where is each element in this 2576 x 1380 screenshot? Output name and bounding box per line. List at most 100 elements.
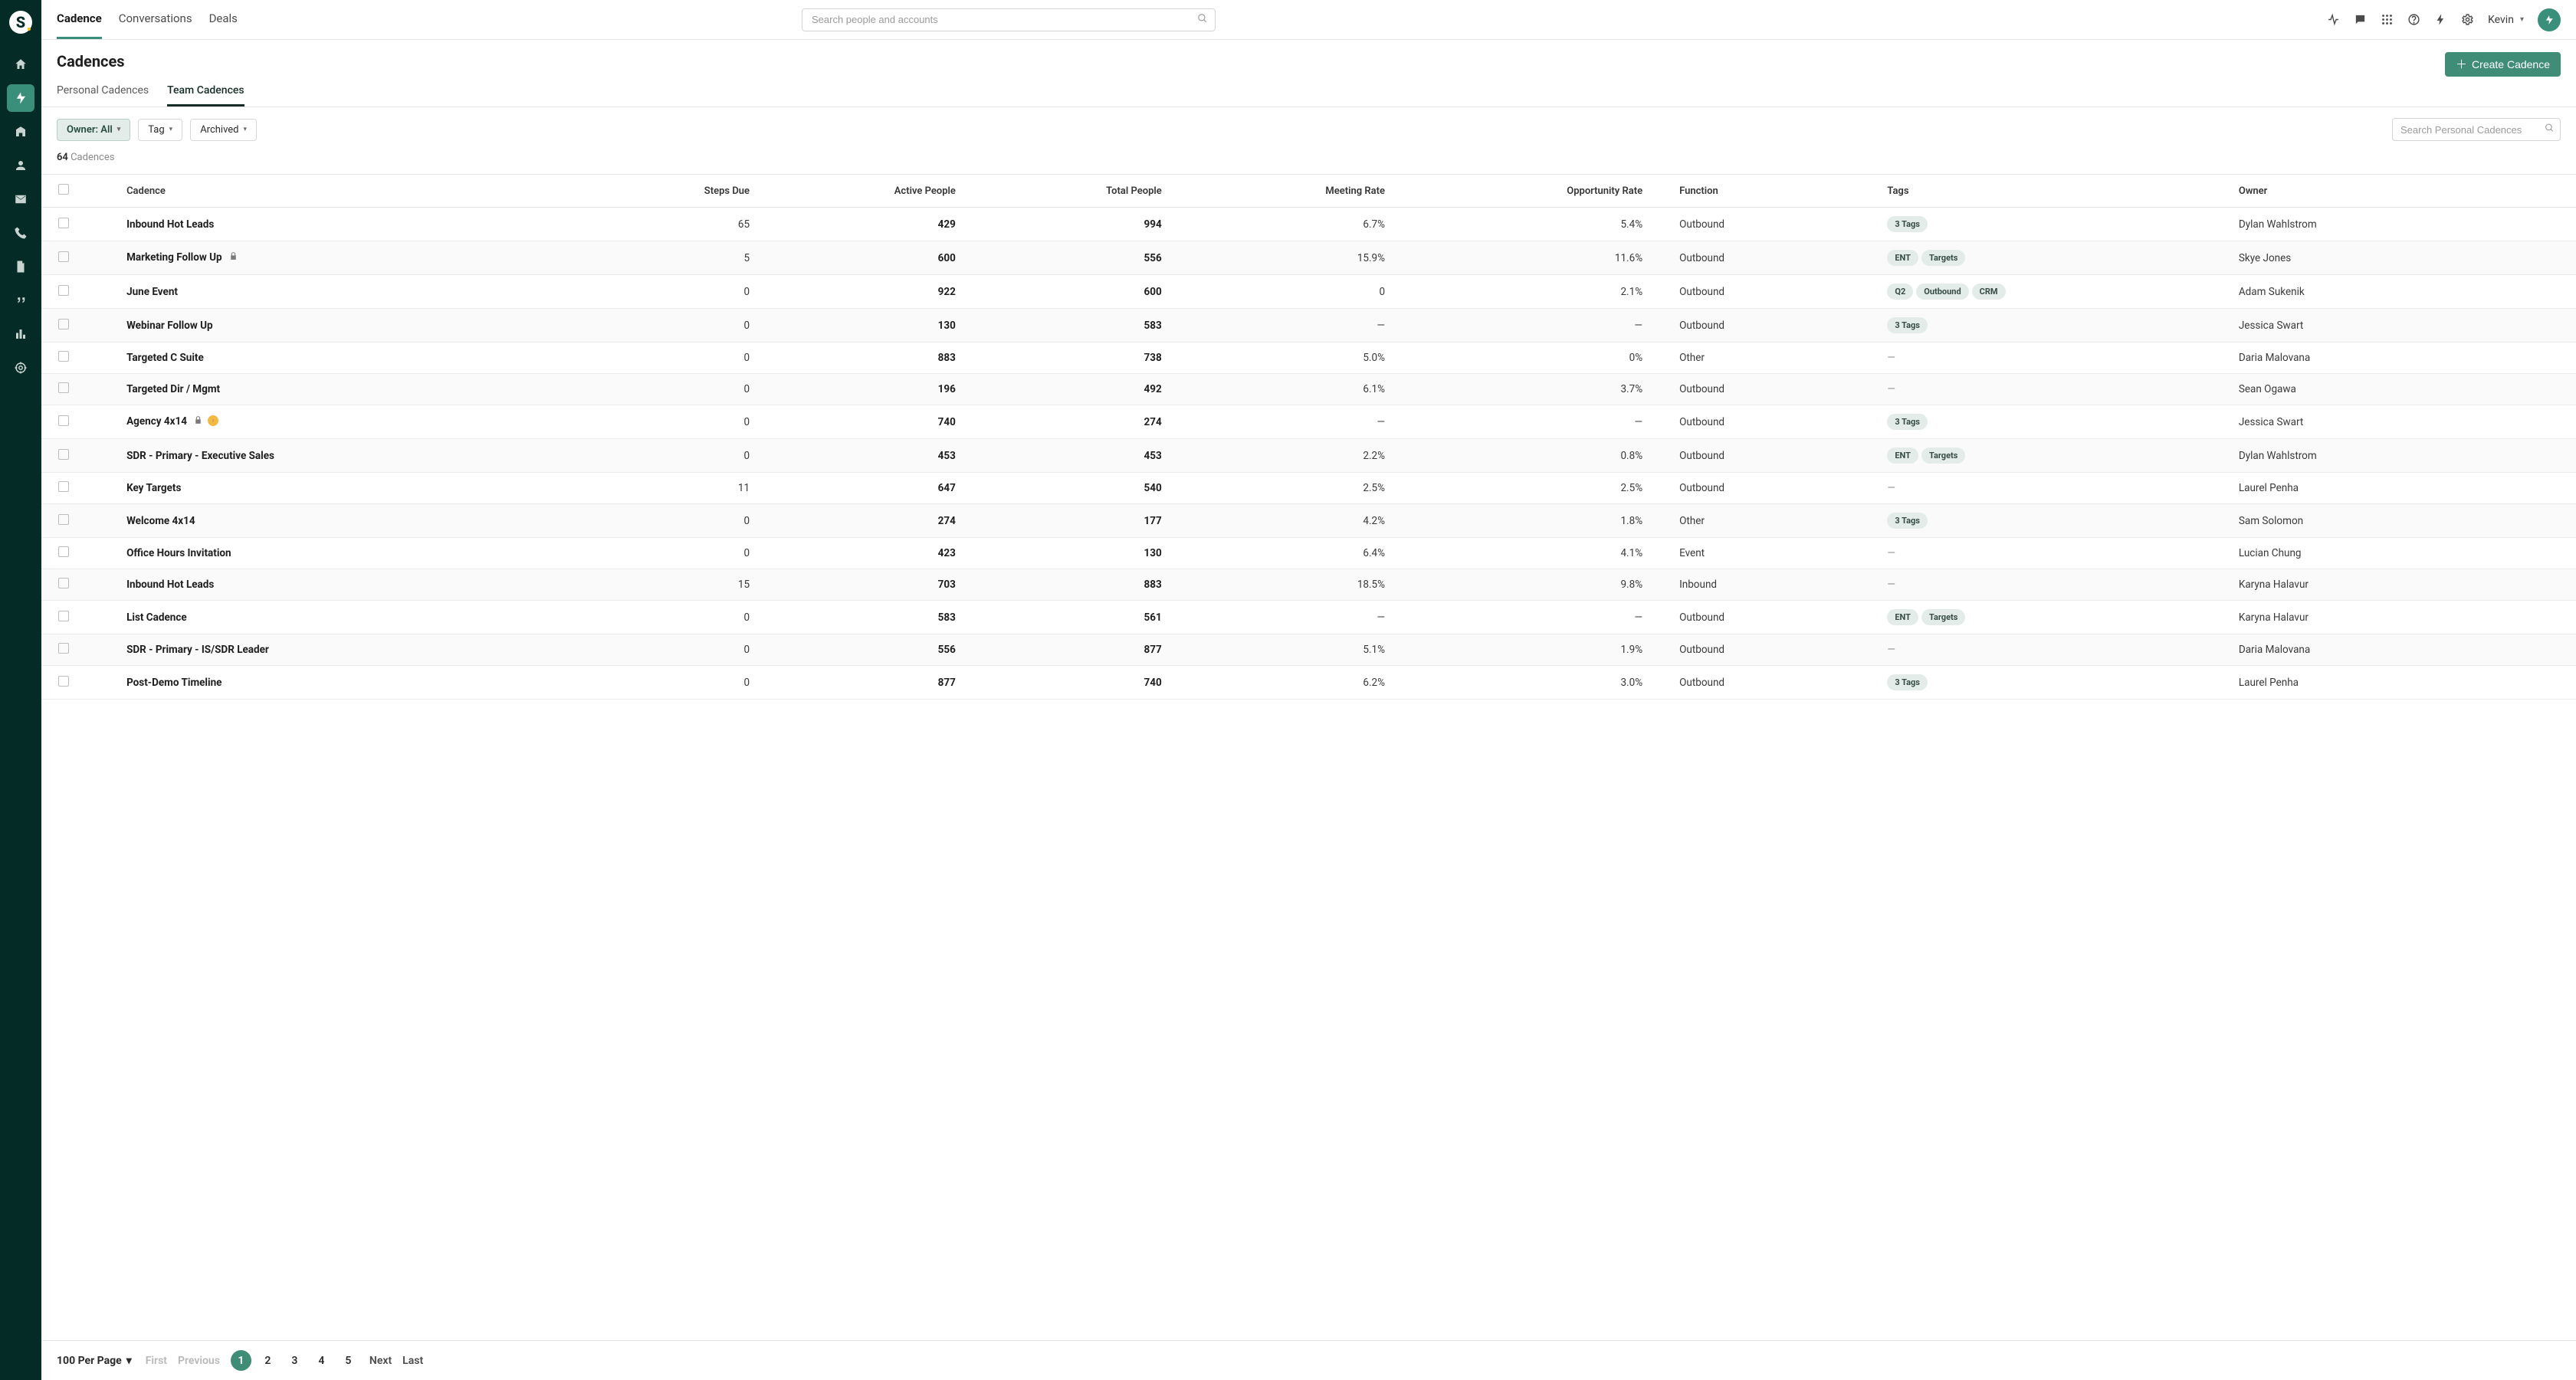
tag-pill[interactable]: Targets <box>1921 250 1965 266</box>
page-number[interactable]: 4 <box>311 1350 332 1371</box>
cadence-name[interactable]: Targeted C Suite <box>120 343 584 374</box>
cadence-name[interactable]: Welcome 4x14 <box>120 504 584 538</box>
topnav-item[interactable]: Conversations <box>119 0 192 39</box>
cadence-name[interactable]: Post-Demo Timeline <box>120 666 584 700</box>
cadence-name[interactable]: June Event <box>120 275 584 309</box>
user-menu[interactable]: Kevin ▾ <box>2488 14 2524 26</box>
select-all-checkbox[interactable] <box>58 184 69 195</box>
table-row[interactable]: Inbound Hot Leads1570388318.5%9.8%Inboun… <box>41 569 2576 601</box>
row-checkbox[interactable] <box>58 514 69 525</box>
table-row[interactable]: Webinar Follow Up0130583——Outbound3 Tags… <box>41 309 2576 343</box>
table-row[interactable]: Post-Demo Timeline08777406.2%3.0%Outboun… <box>41 666 2576 700</box>
topnav-item[interactable]: Cadence <box>57 0 102 39</box>
nav-home-icon[interactable] <box>7 51 34 78</box>
quick-action-button[interactable] <box>2538 8 2561 31</box>
row-checkbox[interactable] <box>58 285 69 296</box>
settings-icon[interactable] <box>2461 13 2474 26</box>
nav-cadence-icon[interactable] <box>7 84 34 112</box>
table-row[interactable]: SDR - Primary - IS/SDR Leader05568775.1%… <box>41 634 2576 666</box>
help-icon[interactable] <box>2407 13 2420 26</box>
pager-first[interactable]: First <box>146 1355 167 1367</box>
subtab[interactable]: Personal Cadences <box>57 84 149 107</box>
row-checkbox[interactable] <box>58 481 69 492</box>
apps-icon[interactable] <box>2381 13 2394 26</box>
tag-pill[interactable]: CRM <box>1972 284 2006 300</box>
nav-email-icon[interactable] <box>7 185 34 213</box>
nav-calls-icon[interactable] <box>7 219 34 247</box>
nav-target-icon[interactable] <box>7 354 34 382</box>
table-row[interactable]: June Event092260002.1%OutboundQ2Outbound… <box>41 275 2576 309</box>
row-checkbox[interactable] <box>58 578 69 588</box>
row-checkbox[interactable] <box>58 643 69 654</box>
col-owner[interactable]: Owner <box>2233 175 2576 208</box>
nav-people-icon[interactable] <box>7 152 34 179</box>
table-row[interactable]: Targeted C Suite08837385.0%0%Other—Daria… <box>41 343 2576 374</box>
row-checkbox[interactable] <box>58 218 69 228</box>
brand-logo[interactable]: S <box>9 11 32 34</box>
col-meeting[interactable]: Meeting Rate <box>1168 175 1391 208</box>
table-row[interactable]: List Cadence0583561——OutboundENTTargetsK… <box>41 601 2576 634</box>
page-number[interactable]: 1 <box>231 1350 251 1371</box>
row-checkbox[interactable] <box>58 251 69 262</box>
table-row[interactable]: SDR - Primary - Executive Sales04534532.… <box>41 439 2576 473</box>
col-steps[interactable]: Steps Due <box>584 175 756 208</box>
activity-icon[interactable] <box>2327 13 2340 26</box>
pager-prev[interactable]: Previous <box>178 1355 220 1367</box>
tag-pill[interactable]: 3 Tags <box>1887 216 1928 232</box>
per-page-select[interactable]: 100 Per Page ▾ <box>57 1355 132 1367</box>
row-checkbox[interactable] <box>58 611 69 621</box>
tag-pill[interactable]: Q2 <box>1887 284 1913 300</box>
row-checkbox[interactable] <box>58 382 69 393</box>
pager-next[interactable]: Next <box>369 1355 392 1367</box>
tag-pill[interactable]: 3 Tags <box>1887 414 1928 430</box>
cadence-name[interactable]: List Cadence <box>120 601 584 634</box>
cadence-name[interactable]: Targeted Dir / Mgmt <box>120 374 584 405</box>
table-row[interactable]: Inbound Hot Leads654299946.7%5.4%Outboun… <box>41 208 2576 241</box>
table-row[interactable]: Targeted Dir / Mgmt01964926.1%3.7%Outbou… <box>41 374 2576 405</box>
table-row[interactable]: Agency 4x140740274——Outbound3 TagsJessic… <box>41 405 2576 439</box>
owner-filter[interactable]: Owner: All ▾ <box>57 119 130 141</box>
row-checkbox[interactable] <box>58 319 69 329</box>
tag-pill[interactable]: Outbound <box>1916 284 1968 300</box>
tag-filter[interactable]: Tag ▾ <box>138 119 182 141</box>
cadence-name[interactable]: Webinar Follow Up <box>120 309 584 343</box>
subtab[interactable]: Team Cadences <box>167 84 244 107</box>
tag-pill[interactable]: Targets <box>1921 447 1965 464</box>
bolt-icon[interactable] <box>2434 13 2447 26</box>
page-number[interactable]: 2 <box>258 1350 278 1371</box>
cadence-name[interactable]: Agency 4x14 <box>120 405 584 439</box>
page-number[interactable]: 3 <box>284 1350 305 1371</box>
cadence-name[interactable]: Office Hours Invitation <box>120 538 584 569</box>
page-number[interactable]: 5 <box>338 1350 359 1371</box>
row-checkbox[interactable] <box>58 676 69 687</box>
cadence-name[interactable]: SDR - Primary - Executive Sales <box>120 439 584 473</box>
tag-pill[interactable]: 3 Tags <box>1887 513 1928 529</box>
col-opp[interactable]: Opportunity Rate <box>1391 175 1649 208</box>
cadence-name[interactable]: Inbound Hot Leads <box>120 569 584 601</box>
nav-accounts-icon[interactable] <box>7 118 34 146</box>
tag-pill[interactable]: ENT <box>1887 609 1918 625</box>
table-row[interactable]: Marketing Follow Up560055615.9%11.6%Outb… <box>41 241 2576 275</box>
tag-pill[interactable]: Targets <box>1921 609 1965 625</box>
row-checkbox[interactable] <box>58 546 69 557</box>
col-cadence[interactable]: Cadence <box>120 175 584 208</box>
col-total[interactable]: Total People <box>962 175 1168 208</box>
nav-templates-icon[interactable] <box>7 253 34 280</box>
col-tags[interactable]: Tags <box>1872 175 2233 208</box>
tag-pill[interactable]: 3 Tags <box>1887 674 1928 690</box>
cadence-name[interactable]: Key Targets <box>120 473 584 504</box>
table-row[interactable]: Welcome 4x1402741774.2%1.8%Other3 TagsSa… <box>41 504 2576 538</box>
row-checkbox[interactable] <box>58 351 69 362</box>
col-active[interactable]: Active People <box>756 175 962 208</box>
col-function[interactable]: Function <box>1649 175 1872 208</box>
row-checkbox[interactable] <box>58 415 69 426</box>
tag-pill[interactable]: ENT <box>1887 447 1918 464</box>
create-cadence-button[interactable]: ＋ Create Cadence <box>2445 52 2561 77</box>
archived-filter[interactable]: Archived ▾ <box>190 119 257 141</box>
nav-analytics-icon[interactable] <box>7 320 34 348</box>
topnav-item[interactable]: Deals <box>209 0 238 39</box>
cadence-search-input[interactable] <box>2392 118 2561 141</box>
global-search-input[interactable] <box>802 8 1216 31</box>
nav-quotes-icon[interactable] <box>7 287 34 314</box>
pager-last[interactable]: Last <box>402 1355 423 1367</box>
